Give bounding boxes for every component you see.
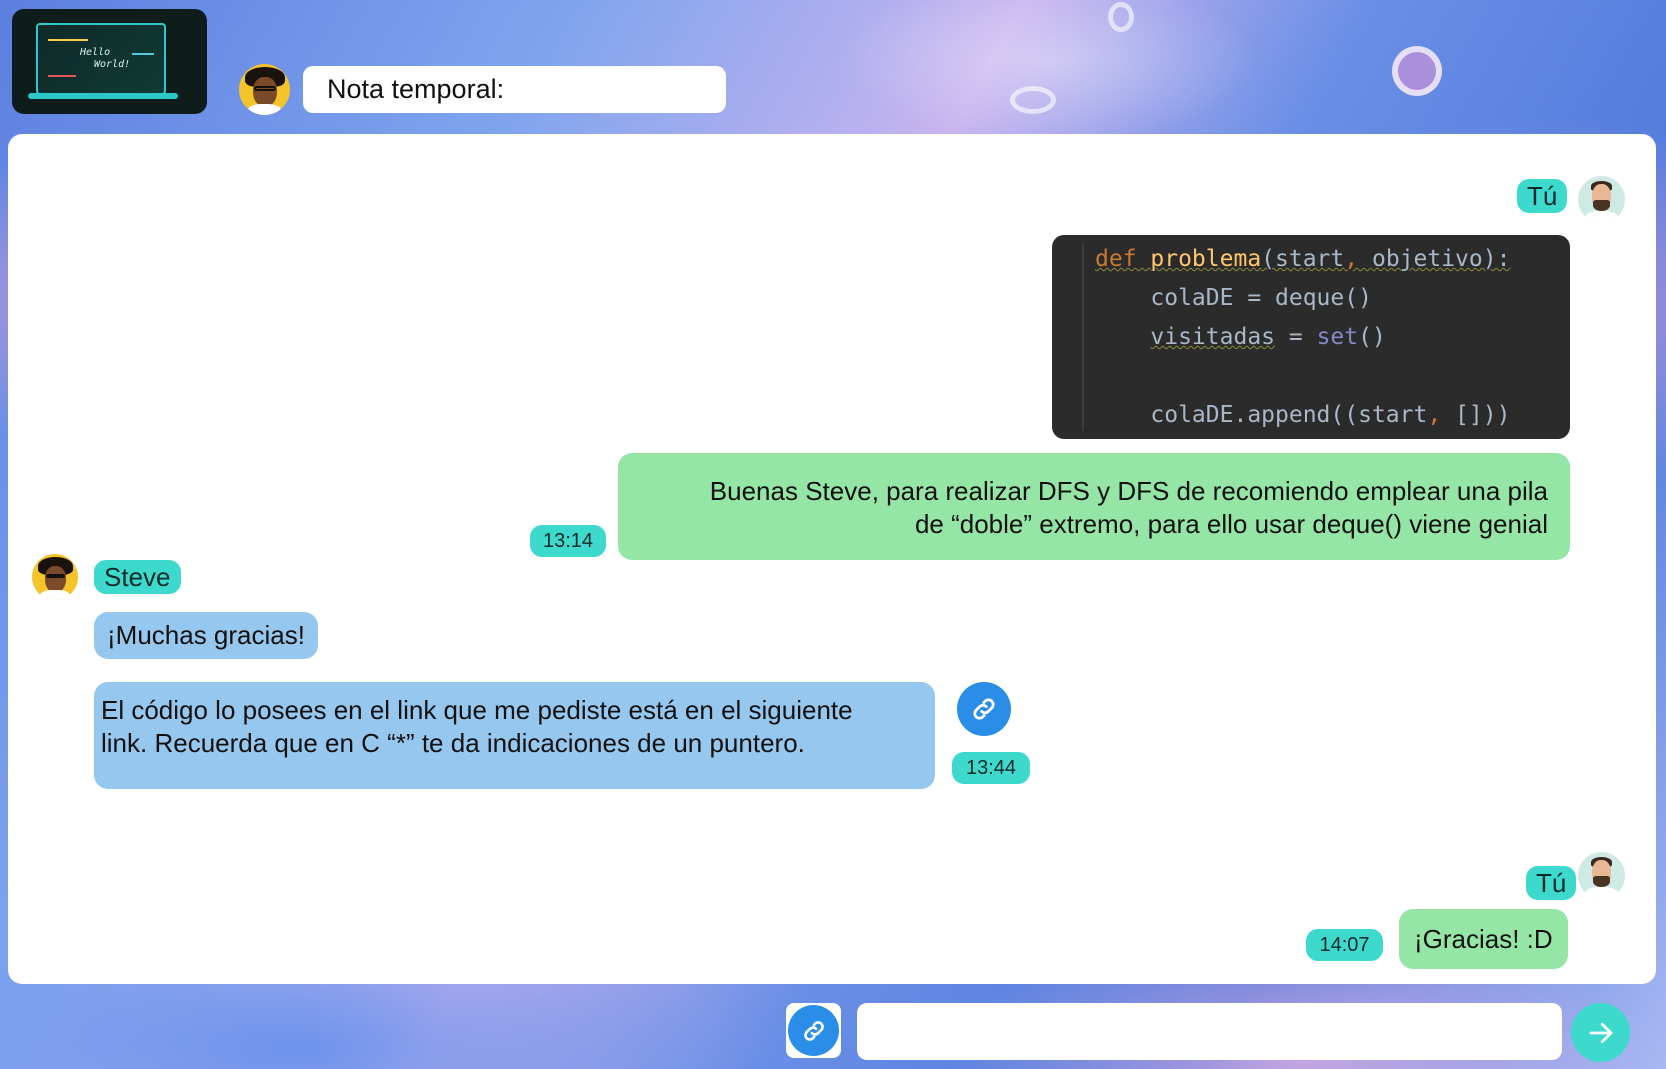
send-button[interactable] xyxy=(1571,1003,1630,1062)
sender-tag-tu: Tú xyxy=(1517,179,1568,213)
message-text: Buenas Steve, para realizar DFS y DFS de… xyxy=(709,476,1548,506)
app-logo: Hello World! xyxy=(12,9,207,114)
message-text: de “doble” extremo, para ello usar deque… xyxy=(914,509,1548,539)
timestamp: 13:14 xyxy=(530,525,606,557)
arrow-right-icon xyxy=(1589,1022,1612,1043)
temporary-note[interactable]: Nota temporal: xyxy=(303,66,726,113)
avatar-tu[interactable] xyxy=(1578,176,1625,223)
timestamp: 13:44 xyxy=(952,752,1030,784)
sender-tag-steve: Steve xyxy=(94,560,181,594)
message-bubble-own: Buenas Steve, para realizar DFS y DFS de… xyxy=(618,453,1570,560)
background-bubble xyxy=(1392,46,1442,96)
message-bubble-other: ¡Muchas gracias! xyxy=(94,612,318,659)
timestamp: 14:07 xyxy=(1306,929,1383,961)
message-bubble-other: El código lo posees en el link que me pe… xyxy=(94,682,935,789)
note-label: Nota temporal: xyxy=(327,74,505,104)
message-bubble-own: ¡Gracias! :D xyxy=(1399,909,1568,969)
avatar-steve[interactable] xyxy=(32,554,78,600)
attach-link-button[interactable] xyxy=(786,1003,841,1058)
message-text: ¡Muchas gracias! xyxy=(107,620,305,650)
sender-tag-tu: Tú xyxy=(1526,866,1577,900)
link-icon xyxy=(973,698,995,720)
code-snippet: def problema(start, objetivo): colaDE = … xyxy=(1052,235,1570,439)
message-text: El código lo posees en el link que me pe… xyxy=(101,695,853,725)
message-text: link. Recuerda que en C “*” te da indica… xyxy=(101,728,805,758)
logo-text-hello: Hello xyxy=(80,47,111,58)
avatar-tu[interactable] xyxy=(1578,852,1625,899)
link-button[interactable] xyxy=(957,682,1011,736)
logo-text-world: World! xyxy=(94,59,131,70)
chat-panel: Tú def problema(start, objetivo): colaDE… xyxy=(8,134,1656,984)
link-icon xyxy=(803,1020,824,1041)
background-bubble xyxy=(1010,86,1056,114)
header-avatar-steve[interactable] xyxy=(239,64,290,115)
message-input[interactable] xyxy=(857,1003,1562,1060)
background-bubble xyxy=(1108,2,1134,32)
message-text: ¡Gracias! :D xyxy=(1414,924,1553,954)
